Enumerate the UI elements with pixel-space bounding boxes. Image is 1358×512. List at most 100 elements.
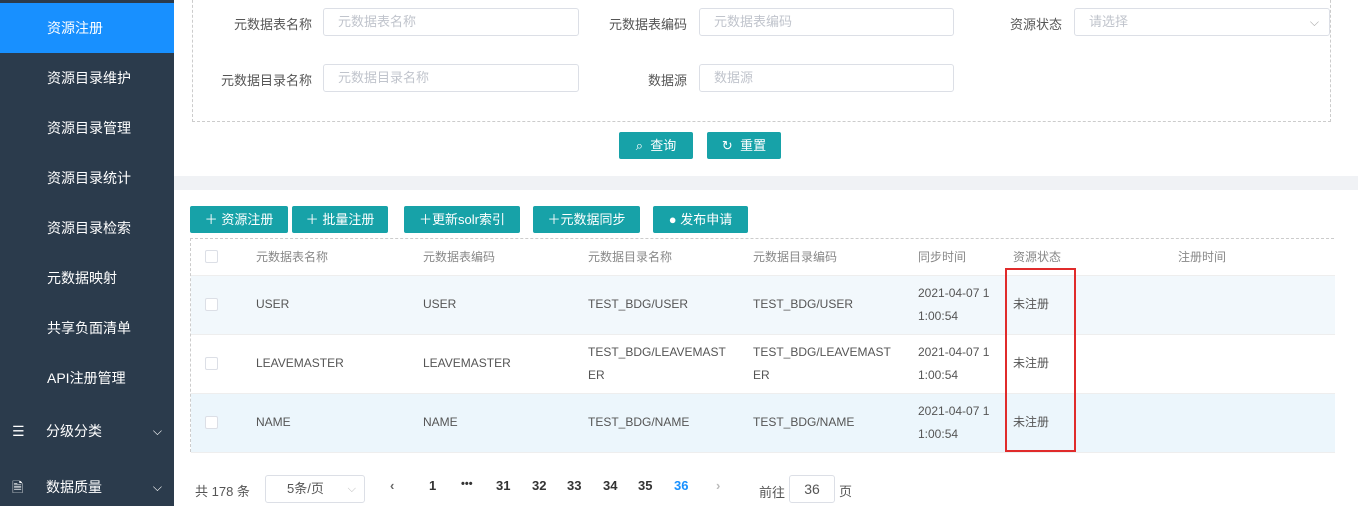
cell-table-code: LEAVEMASTER bbox=[423, 356, 511, 370]
query-button-label: 查询 bbox=[650, 138, 677, 153]
sidebar-item-resource-register[interactable]: 资源注册 bbox=[0, 3, 174, 53]
register-button[interactable]: ＋ 资源注册 bbox=[190, 206, 288, 233]
metadata-table-code-input[interactable]: 元数据表编码 bbox=[699, 8, 954, 36]
sidebar-item-label: API注册管理 bbox=[47, 370, 126, 386]
sidebar-item-classification[interactable]: ☰ 分级分类 ⌵ bbox=[0, 406, 174, 456]
cell-table-name: LEAVEMASTER bbox=[256, 356, 344, 370]
field-label: 元数据表编码 bbox=[608, 17, 687, 32]
metadata-dir-name-input[interactable]: 元数据目录名称 bbox=[323, 64, 579, 92]
sidebar-item-negative-list[interactable]: 共享负面清单 bbox=[0, 303, 174, 353]
table-row[interactable]: USER USER TEST_BDG/USER TEST_BDG/USER 20… bbox=[191, 276, 1335, 335]
plus-icon: ＋ bbox=[547, 212, 561, 227]
sidebar-item-label: 元数据映射 bbox=[47, 270, 117, 286]
metadata-sync-button[interactable]: ＋元数据同步 bbox=[533, 206, 640, 233]
cell-dir-code: TEST_BDG/USER bbox=[753, 297, 854, 311]
plus-icon: ＋ bbox=[204, 212, 218, 227]
metadata-table-name-input[interactable]: 元数据表名称 bbox=[323, 8, 579, 36]
cell-table-code: NAME bbox=[423, 415, 458, 429]
query-button[interactable]: ⌕ 查询 bbox=[619, 132, 693, 159]
update-solr-button[interactable]: ＋更新solr索引 bbox=[404, 206, 520, 233]
page-1[interactable]: 1 bbox=[429, 478, 436, 493]
reset-button-label: 重置 bbox=[740, 138, 767, 153]
field-label: 数据源 bbox=[647, 73, 687, 88]
chevron-down-icon: ⌵ bbox=[1309, 15, 1319, 29]
page-ellipsis[interactable]: ••• bbox=[461, 478, 473, 490]
page-34[interactable]: 34 bbox=[603, 478, 617, 493]
pager-total: 共 178 条 bbox=[195, 484, 250, 499]
publish-apply-button-label: 发布申请 bbox=[680, 212, 733, 227]
batch-register-button-label: 批量注册 bbox=[322, 212, 375, 227]
cell-table-name: USER bbox=[256, 297, 290, 311]
page-35[interactable]: 35 bbox=[638, 478, 652, 493]
sidebar-item-label: 分级分类 bbox=[46, 423, 102, 439]
batch-register-button[interactable]: ＋ 批量注册 bbox=[292, 206, 388, 233]
sidebar-item-label: 资源目录管理 bbox=[47, 120, 131, 136]
resource-status-select[interactable]: 请选择 ⌵ bbox=[1074, 8, 1330, 36]
cell-table-name: NAME bbox=[256, 415, 291, 429]
sidebar-item-label: 数据质量 bbox=[46, 479, 102, 495]
select-all-checkbox[interactable] bbox=[205, 250, 218, 263]
next-page-icon[interactable]: › bbox=[716, 478, 720, 493]
sidebar-item-label: 共享负面清单 bbox=[47, 320, 131, 336]
cell-dir-code: TEST_BDG/NAME bbox=[753, 415, 855, 429]
page-33[interactable]: 33 bbox=[567, 478, 581, 493]
cell-sync-time-cont: 1:00:54 bbox=[918, 309, 959, 323]
page-size-select[interactable]: 5条/页 ⌵ bbox=[265, 475, 365, 503]
check-circle-icon: ● bbox=[668, 212, 677, 227]
sidebar-item-label: 资源注册 bbox=[47, 20, 103, 36]
column-header: 元数据表编码 bbox=[423, 250, 496, 264]
cell-sync-time-cont: 1:00:54 bbox=[918, 368, 959, 382]
cell-dir-code-cont: ER bbox=[753, 368, 770, 382]
column-header: 元数据目录名称 bbox=[588, 250, 673, 264]
page-size-value: 5条/页 bbox=[287, 481, 324, 496]
page-32[interactable]: 32 bbox=[532, 478, 546, 493]
sidebar: 资源注册 资源目录维护 资源目录管理 资源目录统计 资源目录检索 元数据映射 共… bbox=[0, 0, 174, 506]
prev-page-icon[interactable]: ‹ bbox=[390, 478, 394, 493]
cell-sync-time: 2021-04-07 1 bbox=[918, 286, 990, 300]
goto-page-input[interactable]: 36 bbox=[789, 475, 835, 503]
page-36[interactable]: 36 bbox=[674, 478, 688, 493]
column-header: 同步时间 bbox=[918, 250, 967, 264]
sidebar-item-data-quality[interactable]: 🗎 数据质量 ⌵ bbox=[0, 462, 174, 512]
cell-sync-time: 2021-04-07 1 bbox=[918, 345, 990, 359]
row-checkbox[interactable] bbox=[205, 357, 218, 370]
data-table: 元数据表名称 元数据表编码 元数据目录名称 元数据目录编码 同步时间 资源状态 … bbox=[190, 238, 1335, 453]
table-row[interactable]: NAME NAME TEST_BDG/NAME TEST_BDG/NAME 20… bbox=[191, 394, 1335, 453]
sidebar-item-api-register[interactable]: API注册管理 bbox=[0, 353, 174, 403]
sidebar-item-catalog-maintain[interactable]: 资源目录维护 bbox=[0, 53, 174, 103]
register-button-label: 资源注册 bbox=[221, 212, 274, 227]
cell-dir-name-cont: ER bbox=[588, 368, 605, 382]
section-divider bbox=[174, 176, 1358, 190]
sidebar-item-catalog-stats[interactable]: 资源目录统计 bbox=[0, 153, 174, 203]
document-search-icon: 🗎 bbox=[12, 479, 24, 495]
plus-icon: ＋ bbox=[419, 212, 433, 227]
chevron-down-icon: ⌵ bbox=[152, 480, 162, 494]
update-solr-button-label: 更新solr索引 bbox=[432, 212, 505, 227]
reset-button[interactable]: ↻ 重置 bbox=[707, 132, 781, 159]
status-column-highlight bbox=[1005, 268, 1076, 452]
table-row[interactable]: LEAVEMASTER LEAVEMASTER TEST_BDG/LEAVEMA… bbox=[191, 335, 1335, 394]
sidebar-item-label: 资源目录统计 bbox=[47, 170, 131, 186]
cell-dir-name: TEST_BDG/USER bbox=[588, 297, 689, 311]
field-label: 元数据表名称 bbox=[233, 17, 312, 32]
chevron-down-icon: ⌵ bbox=[347, 483, 356, 495]
datasource-input[interactable]: 数据源 bbox=[699, 64, 954, 92]
chevron-down-icon: ⌵ bbox=[152, 424, 162, 438]
plus-icon: ＋ bbox=[305, 212, 319, 227]
row-checkbox[interactable] bbox=[205, 298, 218, 311]
cell-table-code: USER bbox=[423, 297, 457, 311]
table-header: 元数据表名称 元数据表编码 元数据目录名称 元数据目录编码 同步时间 资源状态 … bbox=[191, 239, 1335, 276]
refresh-icon: ↻ bbox=[721, 138, 733, 153]
row-checkbox[interactable] bbox=[205, 416, 218, 429]
cell-sync-time-cont: 1:00:54 bbox=[918, 427, 959, 441]
column-header: 元数据表名称 bbox=[256, 250, 329, 264]
field-label: 资源状态 bbox=[1009, 17, 1062, 32]
cell-sync-time: 2021-04-07 1 bbox=[918, 404, 990, 418]
sidebar-item-catalog-manage[interactable]: 资源目录管理 bbox=[0, 103, 174, 153]
sidebar-item-metadata-mapping[interactable]: 元数据映射 bbox=[0, 253, 174, 303]
cell-dir-name: TEST_BDG/NAME bbox=[588, 415, 690, 429]
page-31[interactable]: 31 bbox=[496, 478, 510, 493]
publish-apply-button[interactable]: ● 发布申请 bbox=[653, 206, 748, 233]
main-content: 元数据表名称 元数据表名称 元数据表编码 元数据表编码 资源状态 请选择 ⌵ 元数… bbox=[174, 0, 1358, 506]
sidebar-item-catalog-search[interactable]: 资源目录检索 bbox=[0, 203, 174, 253]
